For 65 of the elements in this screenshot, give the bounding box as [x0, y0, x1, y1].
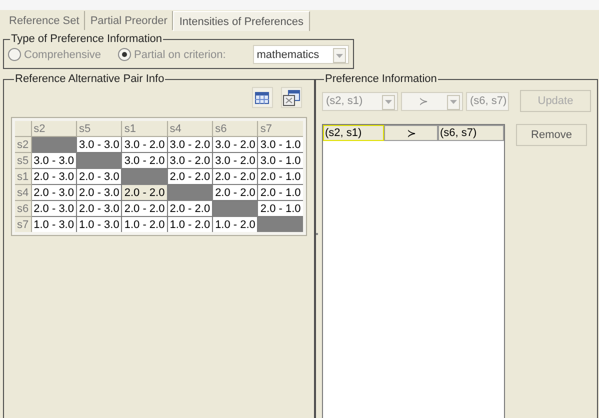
table-cell[interactable]: 3.0 - 3.0	[76, 136, 122, 152]
window-view-button[interactable]	[280, 87, 302, 108]
list-cell[interactable]: ≻	[384, 125, 438, 141]
diagonal-cell	[167, 184, 213, 200]
remove-button[interactable]: Remove	[516, 124, 587, 146]
corner-cell	[14, 120, 32, 136]
dropdown-arrow-icon	[385, 100, 392, 104]
diagonal-cell	[31, 136, 76, 152]
dropdown-arrow-icon	[450, 100, 457, 104]
diagonal-cell	[76, 152, 122, 168]
group-title: Type of Preference Information	[10, 33, 164, 45]
table-cell[interactable]: 3.0 - 1.0	[258, 152, 304, 168]
windows-icon	[282, 90, 300, 106]
panel-title: Preference Information	[324, 73, 438, 85]
row-header: s2	[14, 136, 32, 152]
table-cell[interactable]: 1.0 - 2.0	[212, 216, 258, 234]
row-header: s1	[14, 168, 32, 184]
row-header: s5	[14, 152, 32, 168]
table-cell[interactable]: 2.0 - 2.0	[167, 168, 213, 184]
table-icon	[255, 92, 270, 104]
table-cell[interactable]: 1.0 - 2.0	[167, 216, 213, 234]
table-cell[interactable]: 2.0 - 2.0	[212, 184, 258, 200]
column-header: s7	[258, 120, 304, 136]
table-cell[interactable]: 2.0 - 3.0	[31, 200, 76, 216]
list-cell[interactable]: (s6, s7)	[438, 125, 504, 141]
table-cell[interactable]: 1.0 - 3.0	[31, 216, 76, 234]
table-cell[interactable]: 3.0 - 2.0	[122, 152, 168, 168]
column-header: s4	[167, 120, 213, 136]
table-cell[interactable]: 2.0 - 2.0	[212, 168, 258, 184]
dropdown-arrow-icon	[336, 54, 343, 58]
table-cell[interactable]: 3.0 - 2.0	[212, 136, 258, 152]
table-cell[interactable]: 1.0 - 3.0	[76, 216, 122, 234]
table-cell[interactable]: 2.0 - 1.0	[258, 200, 304, 216]
table-cell[interactable]: 3.0 - 2.0	[122, 136, 168, 152]
table-cell[interactable]: 2.0 - 3.0	[76, 184, 122, 200]
table-cell[interactable]: 2.0 - 2.0	[167, 200, 213, 216]
diagonal-cell	[122, 168, 168, 184]
table-cell[interactable]: 2.0 - 1.0	[258, 168, 304, 184]
split-handle-icon[interactable]	[316, 233, 318, 235]
column-header: s5	[76, 120, 122, 136]
table-cell[interactable]: 2.0 - 3.0	[76, 168, 122, 184]
table-cell[interactable]: 2.0 - 3.0	[31, 168, 76, 184]
diagonal-cell	[258, 216, 304, 234]
tab[interactable]: Intensities of Preferences	[173, 11, 310, 31]
row-header: s6	[14, 200, 32, 216]
table-cell[interactable]: 3.0 - 1.0	[258, 136, 304, 152]
table-cell[interactable]: 2.0 - 3.0	[31, 184, 76, 200]
table-cell[interactable]: 1.0 - 2.0	[122, 216, 168, 234]
table-cell[interactable]: 3.0 - 2.0	[212, 152, 258, 168]
table-cell[interactable]: 2.0 - 3.0	[76, 200, 122, 216]
column-header: s2	[31, 120, 76, 136]
column-header: s1	[122, 120, 168, 136]
table-cell[interactable]: 2.0 - 2.0	[122, 200, 168, 216]
list-cell[interactable]: (s2, s1)	[323, 125, 384, 141]
panel-title: Reference Alternative Pair Info	[14, 73, 166, 85]
table-cell[interactable]: 2.0 - 2.0	[122, 184, 168, 200]
table-cell[interactable]: 3.0 - 2.0	[167, 152, 213, 168]
table-cell[interactable]: 3.0 - 3.0	[31, 152, 76, 168]
table-view-button[interactable]	[252, 87, 273, 108]
table-cell[interactable]: 3.0 - 2.0	[167, 136, 213, 152]
column-header: s6	[212, 120, 258, 136]
row-header: s7	[14, 216, 32, 234]
table-cell[interactable]: 2.0 - 1.0	[258, 184, 304, 200]
row-header: s4	[14, 184, 32, 200]
diagonal-cell	[212, 200, 258, 216]
